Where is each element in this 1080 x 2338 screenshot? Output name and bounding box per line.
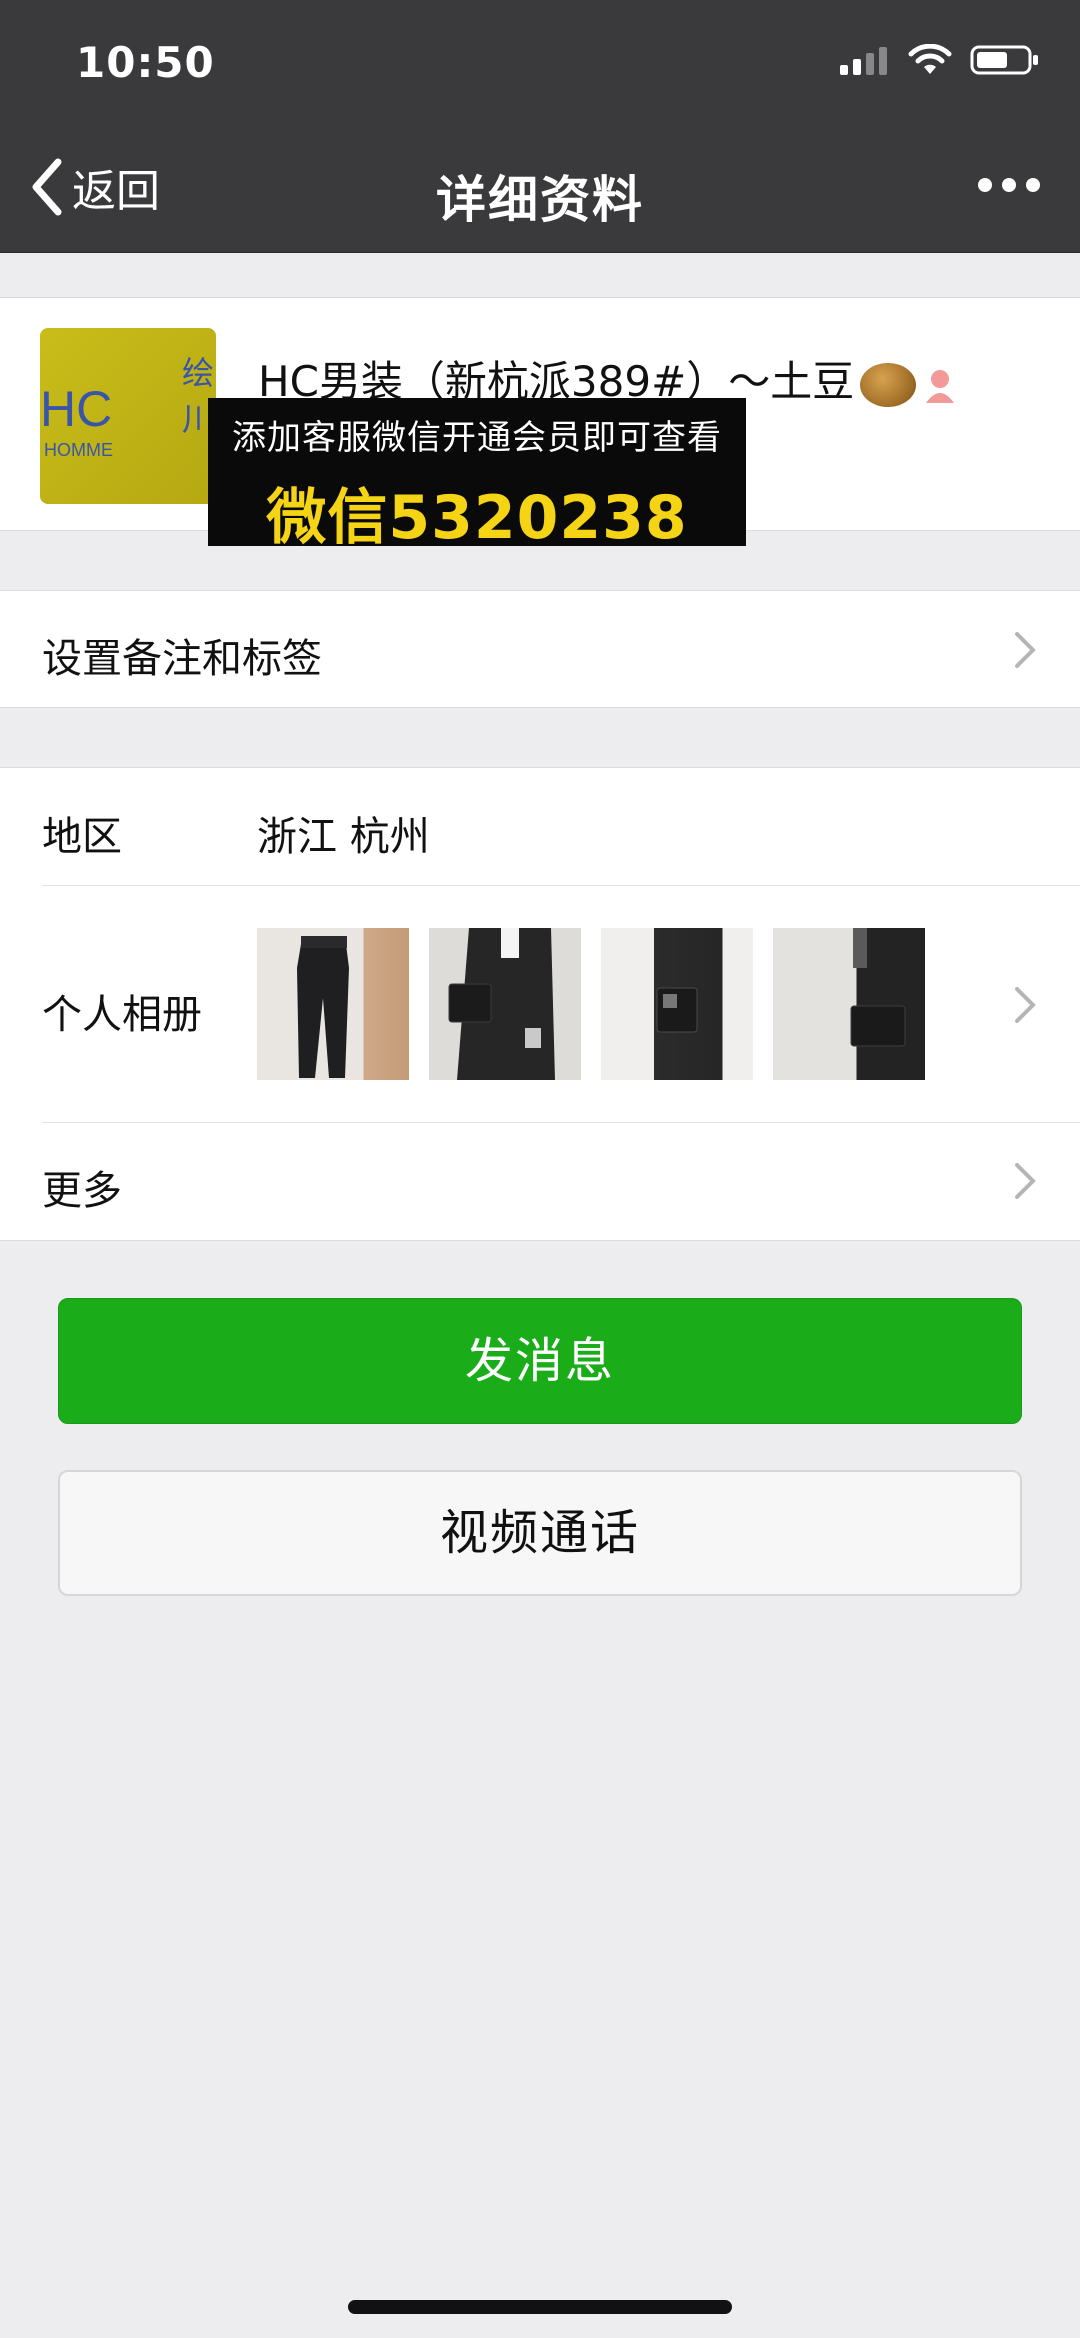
divider	[42, 885, 1080, 886]
album-photo	[601, 928, 753, 1080]
region-value: 浙江 杭州	[257, 814, 430, 860]
wifi-icon	[908, 44, 952, 74]
chevron-right-icon	[1015, 987, 1036, 1023]
album-photo	[257, 928, 409, 1080]
region-label: 地区	[42, 814, 122, 860]
signal-icon	[840, 47, 887, 75]
status-time: 10:50	[76, 38, 215, 87]
avatar[interactable]: HC HOMME 绘 川	[40, 328, 216, 504]
overlay-banner: 添加客服微信开通会员即可查看 微信5320238	[208, 398, 746, 553]
divider	[42, 1122, 1080, 1123]
remark-row[interactable]: 设置备注和标签	[0, 590, 1080, 708]
video-call-button[interactable]: 视频通话	[58, 1470, 1022, 1596]
avatar-text-sub: HOMME	[44, 440, 113, 460]
more-label: 更多	[42, 1168, 122, 1214]
album-label: 个人相册	[42, 992, 202, 1038]
overlay-line1: 添加客服微信开通会员即可查看	[232, 418, 722, 458]
battery-icon	[970, 45, 1038, 75]
remark-label: 设置备注和标签	[42, 636, 322, 682]
status-icons	[840, 44, 1040, 76]
album-photos	[257, 928, 925, 1080]
potato-emoji-icon	[860, 362, 917, 407]
top-bar: 10:50 返回 详细资料	[0, 0, 1080, 253]
album-photo	[429, 928, 581, 1080]
album-photo	[773, 928, 925, 1080]
chevron-right-icon	[1015, 632, 1036, 668]
overlay-line2: 微信5320238	[266, 483, 688, 553]
page-title: 详细资料	[436, 171, 644, 229]
details-card: 地区 浙江 杭州 个人相册 更多	[0, 767, 1080, 1241]
send-message-button[interactable]: 发消息	[58, 1298, 1022, 1424]
home-indicator[interactable]	[348, 2300, 732, 2314]
chevron-right-icon	[1015, 1163, 1036, 1199]
avatar-text-main: HC	[40, 381, 113, 437]
more-dots-icon[interactable]	[978, 178, 1040, 192]
person-icon	[926, 369, 955, 403]
